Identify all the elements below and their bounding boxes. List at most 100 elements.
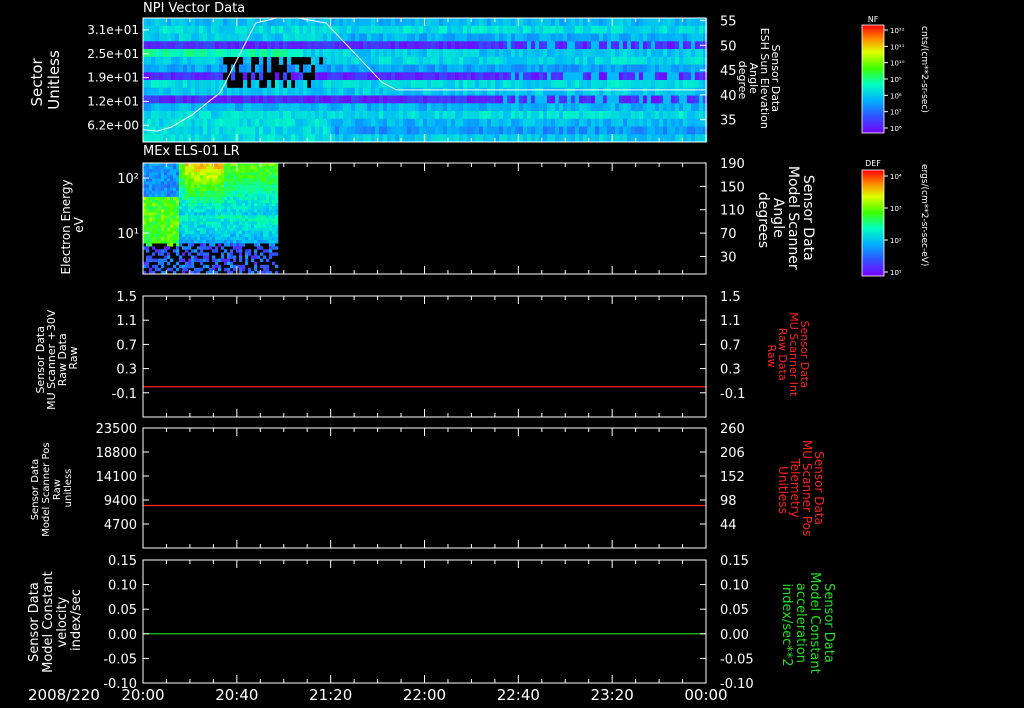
heatmap-cell [311, 49, 316, 58]
heatmap-cell [155, 87, 160, 96]
heatmap-cell [259, 126, 264, 135]
heatmap-cell [191, 103, 196, 112]
heatmap-cell [203, 200, 207, 204]
heatmap-cell [173, 172, 177, 176]
heatmap-cell [203, 111, 208, 120]
heatmap-cell [152, 193, 156, 198]
heatmap-cell [691, 56, 696, 65]
heatmap-cell [511, 25, 516, 34]
heatmap-cell [475, 72, 480, 81]
heatmap-cell [659, 72, 664, 81]
heatmap-cell [615, 72, 620, 81]
heatmap-cell [242, 215, 246, 219]
heatmap-cell [191, 264, 195, 269]
heatmap-cell [395, 64, 400, 73]
heatmap-cell [651, 64, 656, 73]
heatmap-cell [255, 103, 260, 112]
heatmap-cell [179, 187, 183, 192]
heatmap-cell [331, 118, 336, 127]
colorbar-ticks: 10⁴10³10²10¹ [884, 173, 902, 277]
heatmap-cell [535, 25, 540, 34]
heatmap-cell [215, 184, 219, 188]
heatmap-cell [247, 118, 252, 127]
heatmap-cell [307, 103, 312, 112]
heatmap-cell [200, 212, 204, 216]
heatmap-cell [507, 33, 512, 42]
heatmap-cell [158, 206, 162, 210]
heatmap-cell [531, 72, 536, 81]
heatmap-cell [194, 172, 198, 176]
heatmap-cell [395, 103, 400, 112]
heatmap-cell [227, 240, 231, 244]
heatmap-cell [191, 126, 196, 135]
heatmap-cell [503, 87, 508, 96]
heatmap-cell [535, 64, 540, 73]
heatmap-cell [212, 196, 216, 201]
heatmap-cell [551, 72, 556, 81]
heatmap-cell [699, 72, 704, 81]
heatmap-cell [161, 212, 165, 216]
heatmap-cell [675, 103, 680, 112]
heatmap-cell [651, 49, 656, 58]
heatmap-cell [559, 25, 564, 34]
heatmap-cell [263, 18, 268, 27]
heatmap-cell [419, 118, 424, 127]
heatmap-cell [479, 95, 484, 104]
heatmap-cell [215, 193, 219, 198]
heatmap-cell [311, 25, 316, 34]
heatmap-cell [471, 33, 476, 42]
heatmap-cell [147, 18, 152, 27]
heatmap-cell [218, 227, 222, 232]
heatmap-cell [233, 227, 237, 232]
heatmap-cell [463, 80, 468, 89]
heatmap-cell [149, 172, 153, 176]
heatmap-cell [403, 41, 408, 50]
heatmap-cell [233, 240, 237, 244]
heatmap-cell [619, 25, 624, 34]
heatmap-cell [151, 72, 156, 81]
heatmap-cell [499, 18, 504, 27]
heatmap-cell [179, 264, 183, 269]
heatmap-cell [185, 209, 189, 213]
heatmap-cell [623, 111, 628, 120]
heatmap-cell [407, 25, 412, 34]
heatmap-cell [691, 49, 696, 58]
heatmap-cell [367, 18, 372, 27]
heatmap-cell [257, 203, 261, 207]
heatmap-cell [423, 72, 428, 81]
heatmap-cell [161, 181, 165, 185]
heatmap-cell [587, 33, 592, 42]
heatmap-cell [173, 166, 177, 170]
heatmap-cell [199, 126, 204, 135]
heatmap-cell [515, 56, 520, 65]
heatmap-cell [187, 18, 192, 27]
heatmap-cell [187, 56, 192, 65]
heatmap-cell [311, 41, 316, 50]
heatmap-cell [287, 41, 292, 50]
heatmap-cell [170, 169, 174, 173]
heatmap-cell [171, 126, 176, 135]
heatmap-cell [260, 252, 264, 256]
heatmap-cell [182, 190, 186, 195]
heatmap-cell [295, 33, 300, 42]
heatmap-cell [260, 200, 264, 204]
heatmap-cell [152, 175, 156, 179]
heatmap-cell [245, 249, 249, 253]
heatmap-cell [248, 267, 252, 272]
heatmap-cell [227, 172, 231, 176]
heatmap-cell [163, 25, 168, 34]
heatmap-cell [200, 178, 204, 182]
heatmap-cell [146, 184, 150, 188]
heatmap-cell [295, 95, 300, 104]
heatmap-cell [535, 49, 540, 58]
heatmap-cell [231, 103, 236, 112]
heatmap-cell [251, 203, 255, 207]
heatmap-cell [227, 255, 231, 259]
heatmap-cell [659, 126, 664, 135]
heatmap-cell [263, 25, 268, 34]
heatmap-cell [435, 33, 440, 42]
heatmap-cell [254, 166, 258, 170]
colorbar-def: DEF 10⁴10³10²10¹ ergs/(cm**2-sr-sec-eV) [861, 159, 929, 277]
heatmap-cell [343, 111, 348, 120]
heatmap-cell [511, 72, 516, 81]
